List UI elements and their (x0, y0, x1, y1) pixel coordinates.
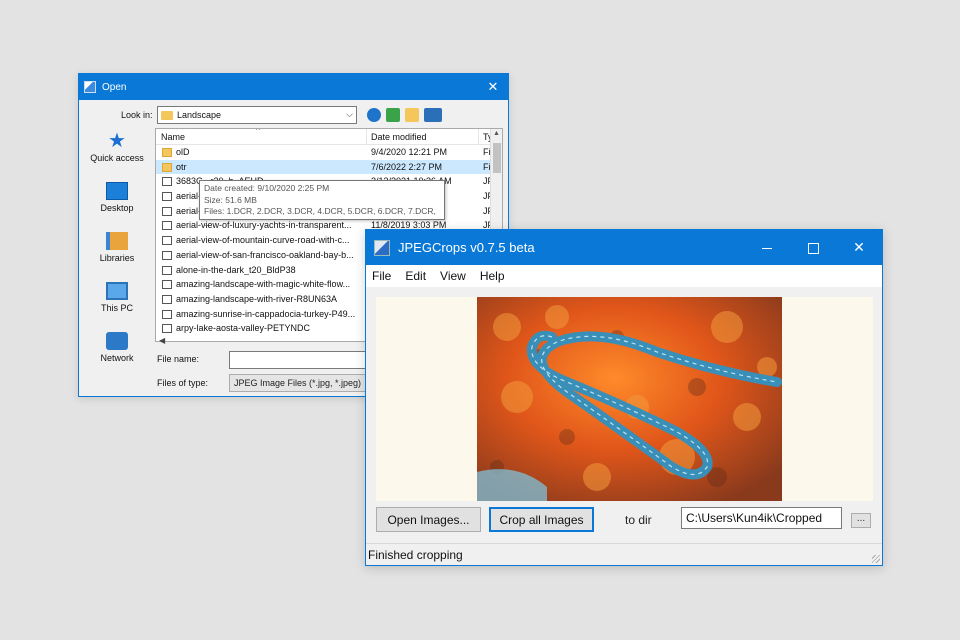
preview-photo[interactable] (477, 297, 782, 501)
column-header-modified[interactable]: Date modified (371, 132, 427, 142)
scroll-left-icon[interactable]: ◀ (159, 336, 165, 345)
image-file-icon (162, 309, 172, 319)
tooltip-size: Size: 51.6 MB (204, 194, 257, 205)
file-type-label: Files of type: (157, 378, 209, 388)
file-name: alone-in-the-dark_t20_BldP38 (176, 264, 296, 275)
folder-icon (162, 162, 172, 172)
file-name: olD (176, 147, 190, 157)
tooltip-date-created: Date created: 9/10/2020 2:25 PM (204, 183, 330, 193)
desktop-icon (106, 182, 128, 200)
minimize-icon[interactable] (744, 240, 790, 256)
file-name: arpy-lake-aosta-valley-PETYNDC (176, 323, 311, 334)
chevron-down-icon: ⌵ (346, 109, 353, 119)
column-divider (366, 129, 367, 145)
output-dir-input[interactable]: C:\Users\Kun4ik\Cropped (681, 507, 842, 529)
jpegcrops-titlebar[interactable]: JPEGCrops v0.7.5 beta ✕ (366, 230, 882, 265)
file-row[interactable]: olD 9/4/2020 12:21 PM Fil (156, 145, 502, 160)
place-label: Quick access (90, 153, 144, 163)
view-menu-icon[interactable] (424, 108, 442, 122)
file-name: amazing-sunrise-in-cappadocia-turkey-P49… (176, 308, 356, 319)
scroll-up-icon[interactable]: ▲ (493, 130, 500, 137)
status-bar: Finished cropping (366, 543, 882, 565)
browse-button[interactable]: ... (851, 513, 871, 528)
image-file-icon (162, 294, 172, 304)
place-network[interactable]: Network (81, 332, 153, 378)
to-dir-label: to dir (625, 513, 652, 527)
tooltip-files: Files: 1.DCR, 2.DCR, 3.DCR, 4.DCR, 5.DCR… (204, 206, 436, 228)
menu-edit[interactable]: Edit (405, 269, 434, 283)
app-icon (84, 81, 96, 93)
file-name: amazing-landscape-with-river-R8UN63A (176, 293, 338, 304)
place-desktop[interactable]: Desktop (81, 182, 153, 228)
file-name: amazing-landscape-with-magic-white-flow.… (176, 279, 351, 290)
place-label: Libraries (99, 253, 135, 263)
place-quick-access[interactable]: ★ Quick access (81, 130, 153, 178)
folder-icon (161, 110, 173, 120)
resize-grip-icon[interactable] (872, 555, 880, 563)
close-icon[interactable]: ✕ (478, 79, 508, 95)
folder-icon (162, 148, 172, 157)
open-dialog-titlebar[interactable]: Open ✕ (79, 74, 508, 100)
image-file-icon (162, 324, 172, 334)
new-folder-icon[interactable] (405, 108, 419, 122)
column-header-name[interactable]: Name (161, 132, 185, 142)
image-file-icon (162, 280, 172, 290)
place-label: Network (100, 353, 134, 363)
image-file-icon (162, 250, 172, 260)
file-name: aerial-view-of-san-francisco-oakland-bay… (176, 249, 354, 260)
look-in-label: Look in: (121, 110, 153, 120)
up-folder-icon[interactable] (386, 108, 400, 122)
dialog-toolbar (367, 106, 442, 124)
file-name-input[interactable] (229, 351, 369, 369)
file-row-selected[interactable]: otr 7/6/2022 2:27 PM Fil (156, 159, 502, 175)
image-file-icon (162, 221, 172, 231)
menu-help[interactable]: Help (480, 269, 513, 283)
star-icon: ★ (108, 130, 126, 152)
look-in-row: Look in: Landscape ⌵ (79, 106, 508, 126)
menu-file[interactable]: File (372, 269, 399, 283)
app-icon (374, 239, 390, 256)
aerial-road-photo (477, 297, 782, 501)
file-date: 9/4/2020 12:21 PM (371, 147, 448, 157)
open-dialog-title: Open (102, 81, 127, 93)
libraries-icon (106, 232, 128, 250)
computer-icon (106, 282, 128, 300)
sort-caret-icon: ^ (256, 128, 260, 135)
back-icon[interactable] (367, 108, 381, 122)
file-date: 7/6/2022 2:27 PM (371, 161, 443, 172)
look-in-value: Landscape (177, 110, 222, 120)
file-name-label: File name: (157, 354, 200, 364)
image-file-icon (162, 206, 172, 216)
place-label: This PC (100, 303, 133, 313)
image-file-icon (162, 177, 172, 187)
maximize-icon[interactable] (790, 240, 836, 256)
file-name: otr (176, 161, 187, 172)
image-file-icon (162, 192, 172, 202)
network-icon (106, 332, 128, 350)
window-title: JPEGCrops v0.7.5 beta (398, 240, 535, 255)
folder-tooltip: Date created: 9/10/2020 2:25 PM Size: 51… (199, 180, 445, 228)
open-images-button[interactable]: Open Images... (376, 507, 481, 532)
place-this-pc[interactable]: This PC (81, 282, 153, 328)
look-in-dropdown[interactable]: Landscape ⌵ (157, 106, 357, 124)
menu-bar: File Edit View Help (366, 265, 882, 287)
jpegcrops-window: JPEGCrops v0.7.5 beta ✕ File Edit View H… (365, 229, 883, 566)
status-text: Finished cropping (368, 548, 463, 562)
close-icon[interactable]: ✕ (836, 239, 882, 256)
places-bar: ★ Quick access Desktop Libraries This PC… (81, 128, 153, 368)
file-type-dropdown[interactable]: JPEG Image Files (*.jpg, *.jpeg) (229, 374, 369, 392)
place-label: Desktop (100, 203, 134, 213)
place-libraries[interactable]: Libraries (81, 232, 153, 278)
image-file-icon (162, 265, 172, 275)
menu-view[interactable]: View (440, 269, 474, 283)
file-list-header: ^ Name Date modified Ty (156, 129, 502, 145)
scroll-thumb[interactable] (493, 143, 501, 173)
image-preview-area[interactable] (376, 297, 873, 501)
crop-all-images-button[interactable]: Crop all Images (489, 507, 594, 532)
column-divider (478, 129, 479, 145)
file-name: aerial-view-of-mountain-curve-road-with-… (176, 235, 350, 246)
image-file-icon (162, 236, 172, 246)
